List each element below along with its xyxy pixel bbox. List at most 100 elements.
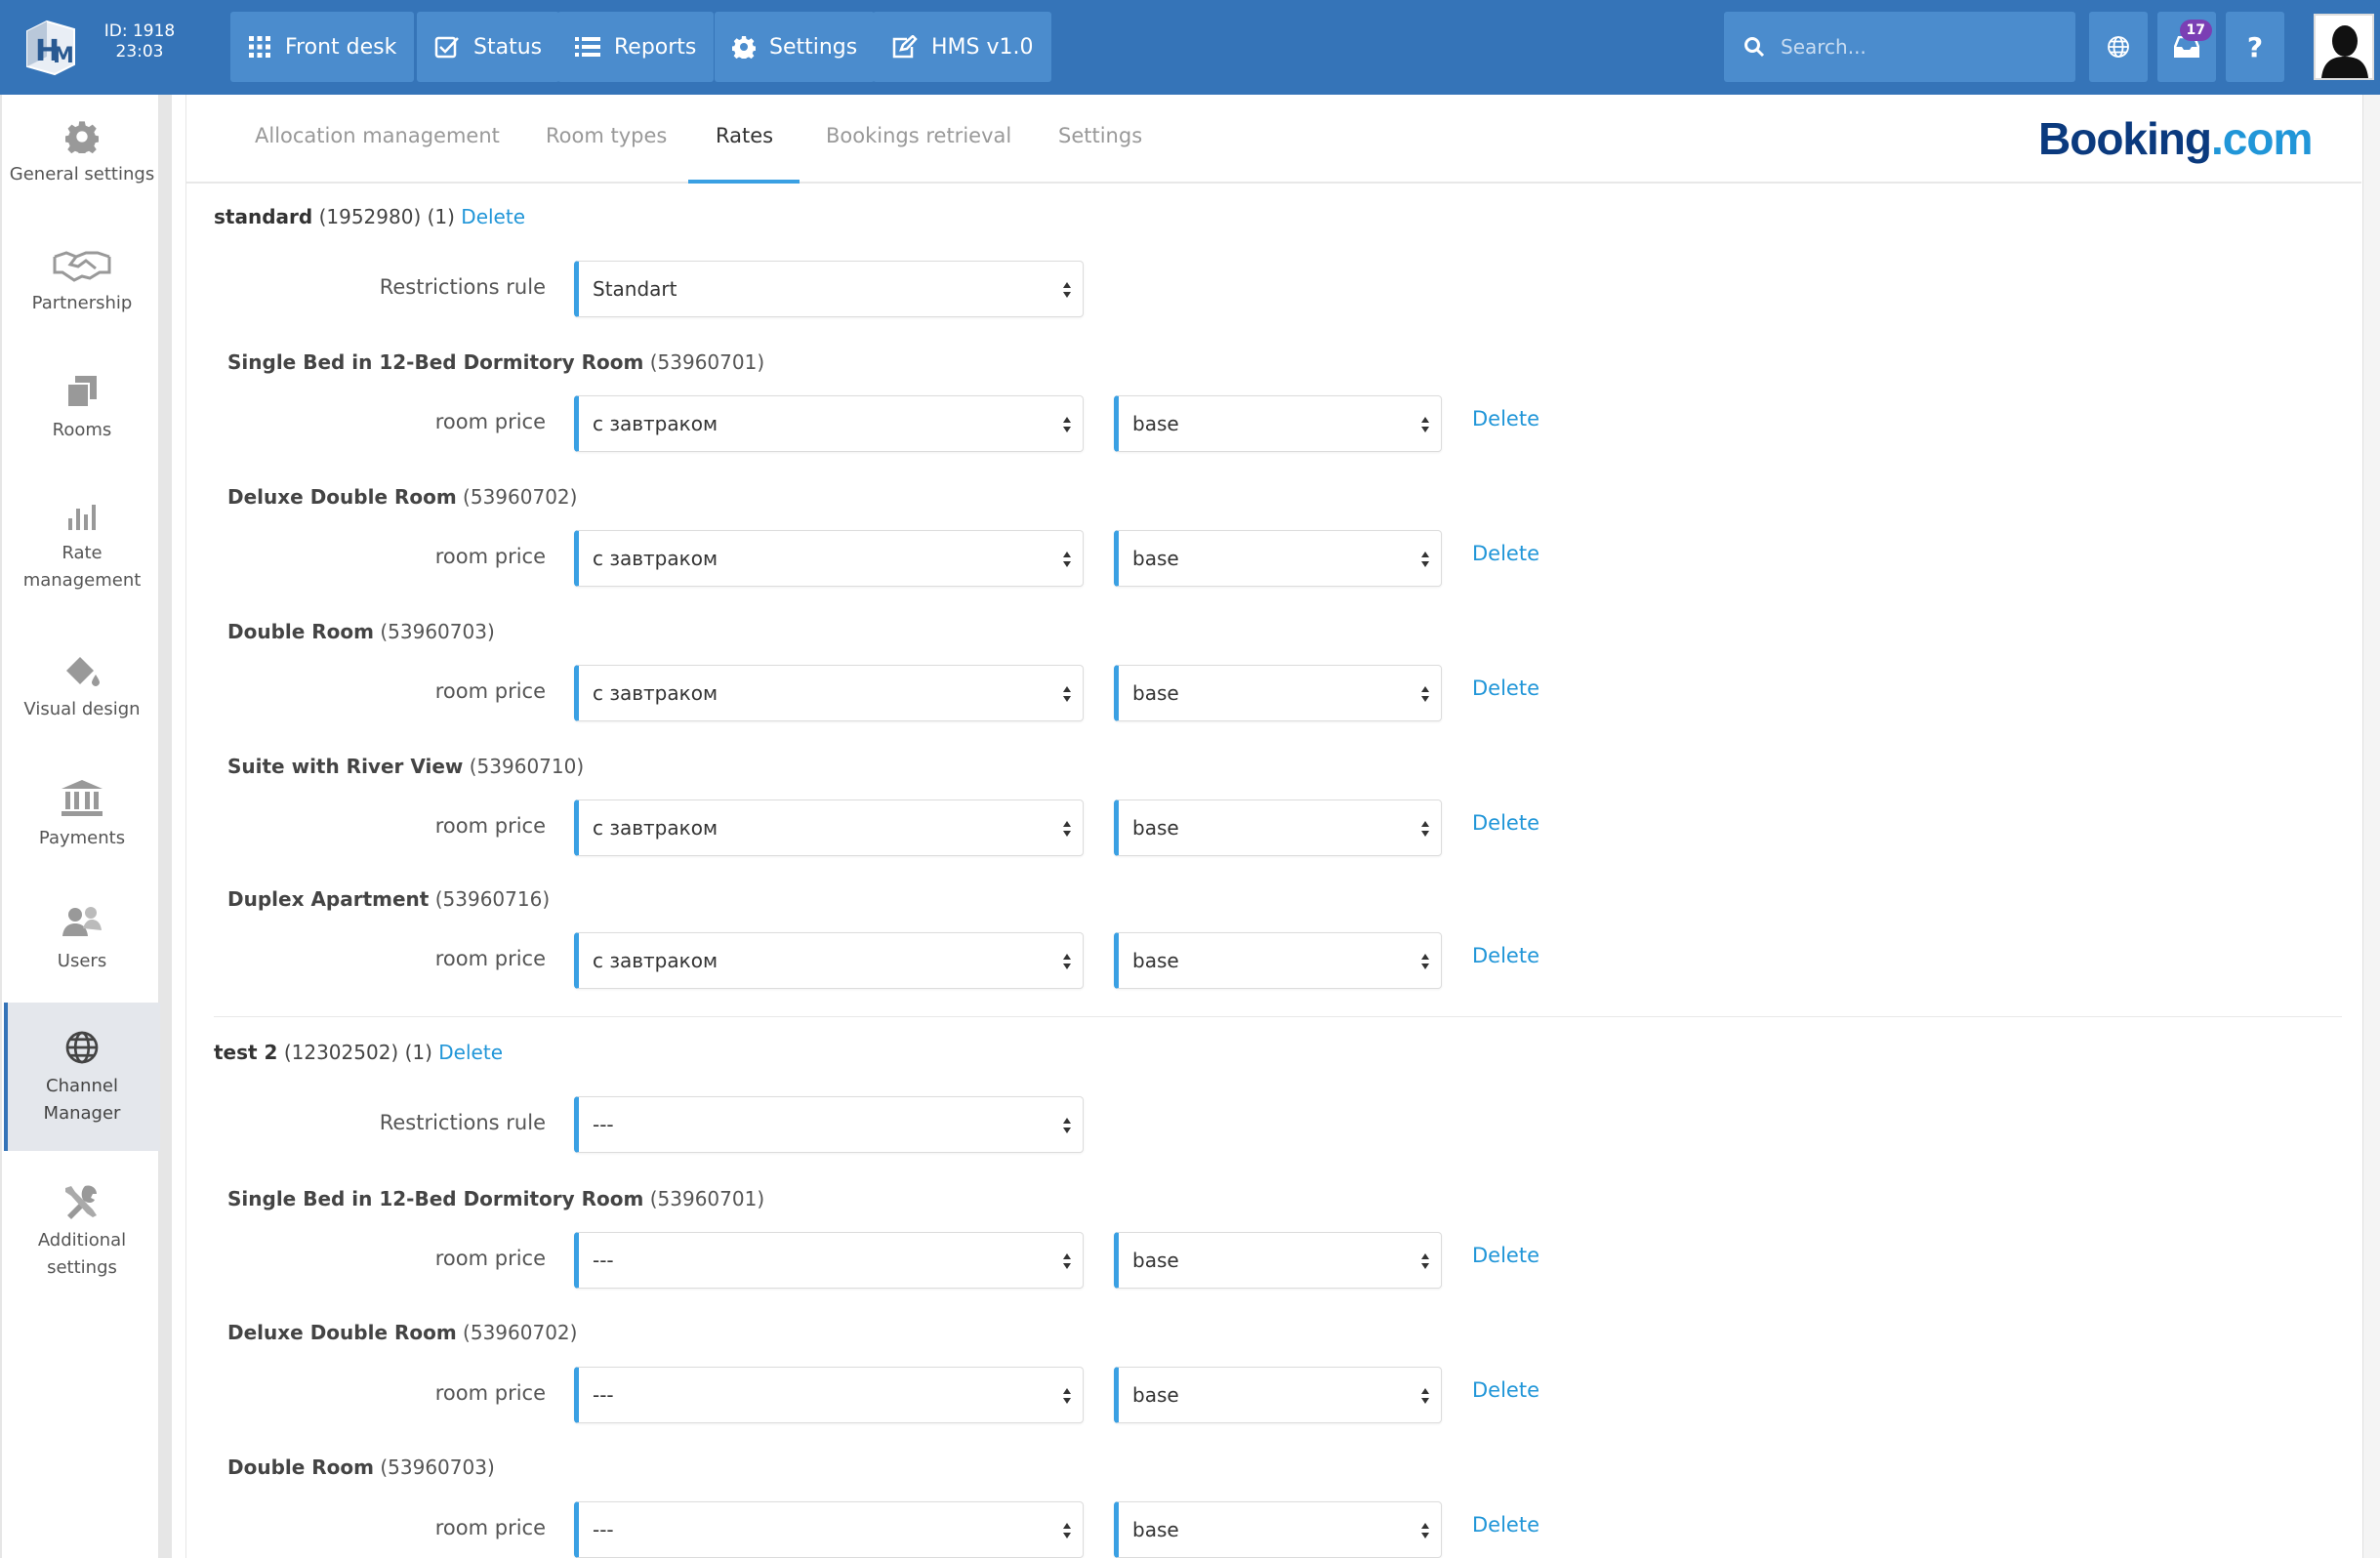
nav-label: Reports <box>614 34 697 60</box>
help-icon: ? <box>2246 30 2264 63</box>
room-id: (53960701) <box>649 350 765 374</box>
sidebar-item-users[interactable]: Users <box>4 905 160 975</box>
room-price-select[interactable]: --- <box>574 1367 1084 1423</box>
hms-logo[interactable]: H M <box>18 14 86 82</box>
sidebar-item-label: General settings <box>9 164 155 184</box>
price-type-select[interactable]: base <box>1114 530 1442 587</box>
restrictions-rule-label: Restrictions rule <box>379 1111 546 1134</box>
delete-rate-link[interactable]: Delete <box>461 205 525 228</box>
tab-allocation-management[interactable]: Allocation management <box>255 124 500 147</box>
room-price-select[interactable]: с завтраком <box>574 530 1084 587</box>
nav-status-button[interactable]: Status <box>417 12 560 82</box>
select-arrows-icon <box>1063 686 1071 702</box>
price-type-select[interactable]: base <box>1114 395 1442 452</box>
sidebar-item-additional-settings[interactable]: Additional settings <box>4 1184 160 1282</box>
nav-settings-button[interactable]: Settings <box>715 12 876 82</box>
sidebar-item-general-settings[interactable]: General settings <box>4 120 160 188</box>
room-price-label: room price <box>434 947 546 970</box>
tab-bookings-retrieval[interactable]: Bookings retrieval <box>826 124 1011 147</box>
tab-rates[interactable]: Rates <box>716 124 773 147</box>
price-type-select[interactable]: base <box>1114 1232 1442 1289</box>
price-type-select[interactable]: base <box>1114 665 1442 721</box>
language-button[interactable] <box>2089 12 2148 82</box>
rate-meta: (1952980) (1) <box>318 205 455 228</box>
rooms-icon <box>66 376 97 408</box>
room-id: (53960703) <box>380 620 495 643</box>
notifications-button[interactable]: 17 <box>2157 12 2216 82</box>
select-value: --- <box>593 1113 614 1136</box>
select-arrows-icon <box>1063 1388 1071 1404</box>
select-value: base <box>1132 681 1179 705</box>
delete-rate-link[interactable]: Delete <box>438 1041 503 1064</box>
delete-room-link[interactable]: Delete <box>1472 1513 1539 1537</box>
room-price-select[interactable]: с завтраком <box>574 932 1084 989</box>
tab-bar: Allocation management Room types Rates B… <box>186 95 2361 184</box>
sidebar-item-label: Users <box>57 951 107 971</box>
restrictions-rule-select[interactable]: Standart <box>574 261 1084 317</box>
room-title: Duplex Apartment (53960716) <box>227 887 550 911</box>
sidebar-item-payments[interactable]: Payments <box>4 778 160 852</box>
delete-room-link[interactable]: Delete <box>1472 542 1539 565</box>
tab-room-types[interactable]: Room types <box>546 124 667 147</box>
select-arrows-icon <box>1421 552 1429 567</box>
scrollbar[interactable] <box>2362 95 2380 1558</box>
price-type-select[interactable]: base <box>1114 1501 1442 1558</box>
delete-room-link[interactable]: Delete <box>1472 1244 1539 1267</box>
main-content: Allocation management Room types Rates B… <box>185 95 2361 1558</box>
price-type-select[interactable]: base <box>1114 800 1442 856</box>
sidebar-item-partnership[interactable]: Partnership <box>4 247 160 317</box>
avatar[interactable] <box>2314 14 2374 80</box>
room-price-select[interactable]: --- <box>574 1232 1084 1289</box>
sidebar-item-label: Channel Manager <box>43 1076 121 1124</box>
room-price-select[interactable]: с завтраком <box>574 665 1084 721</box>
room-title: Deluxe Double Room (53960702) <box>227 485 577 509</box>
sidebar-item-rate-management[interactable]: Rate management <box>4 501 160 594</box>
select-value: с завтраком <box>593 681 718 705</box>
delete-room-link[interactable]: Delete <box>1472 944 1539 967</box>
price-type-select[interactable]: base <box>1114 1367 1442 1423</box>
nav-front-desk-button[interactable]: Front desk <box>230 12 415 82</box>
select-arrows-icon <box>1063 1523 1071 1538</box>
active-tab-indicator <box>688 180 800 184</box>
delete-room-link[interactable]: Delete <box>1472 676 1539 700</box>
select-arrows-icon <box>1063 1118 1071 1133</box>
room-price-label: room price <box>434 679 546 703</box>
delete-room-link[interactable]: Delete <box>1472 811 1539 835</box>
select-value: base <box>1132 412 1179 435</box>
tab-settings[interactable]: Settings <box>1058 124 1142 147</box>
search-input[interactable] <box>1781 35 2054 59</box>
sidebar: General settings Partnership Rooms Rate … <box>0 95 172 1558</box>
room-price-select[interactable]: с завтраком <box>574 800 1084 856</box>
bank-icon <box>62 780 103 816</box>
sidebar-item-rooms[interactable]: Rooms <box>4 374 160 444</box>
restrictions-rule-select[interactable]: --- <box>574 1096 1084 1153</box>
sidebar-item-visual-design[interactable]: Visual design <box>4 653 160 723</box>
help-button[interactable]: ? <box>2226 12 2284 82</box>
room-price-label: room price <box>434 410 546 433</box>
select-value: Standart <box>593 277 677 301</box>
clock-time: 23:03 <box>115 42 164 62</box>
select-arrows-icon <box>1421 1253 1429 1269</box>
room-price-select[interactable]: --- <box>574 1501 1084 1558</box>
bar-chart-icon <box>68 505 96 530</box>
room-id: (53960702) <box>463 1321 578 1344</box>
delete-room-link[interactable]: Delete <box>1472 1378 1539 1402</box>
select-value: --- <box>593 1383 614 1407</box>
rate-meta: (12302502) (1) <box>283 1041 432 1064</box>
room-title: Double Room (53960703) <box>227 620 495 643</box>
room-price-select[interactable]: с завтраком <box>574 395 1084 452</box>
room-name: Deluxe Double Room <box>227 485 457 509</box>
sidebar-item-label: Rooms <box>52 420 112 440</box>
price-type-select[interactable]: base <box>1114 932 1442 989</box>
sidebar-item-label: Partnership <box>31 293 133 313</box>
handshake-icon <box>53 251 111 282</box>
delete-room-link[interactable]: Delete <box>1472 407 1539 430</box>
sidebar-item-label: Visual design <box>23 699 141 719</box>
nav-hms-button[interactable]: HMS v1.0 <box>873 12 1051 82</box>
nav-reports-button[interactable]: Reports <box>557 12 715 82</box>
rate-name: test 2 <box>214 1041 278 1064</box>
select-arrows-icon <box>1063 552 1071 567</box>
rate-header: test 2 (12302502) (1) Delete <box>214 1041 503 1064</box>
sidebar-item-channel-manager[interactable]: Channel Manager <box>4 1003 160 1151</box>
active-indicator <box>4 1003 8 1151</box>
